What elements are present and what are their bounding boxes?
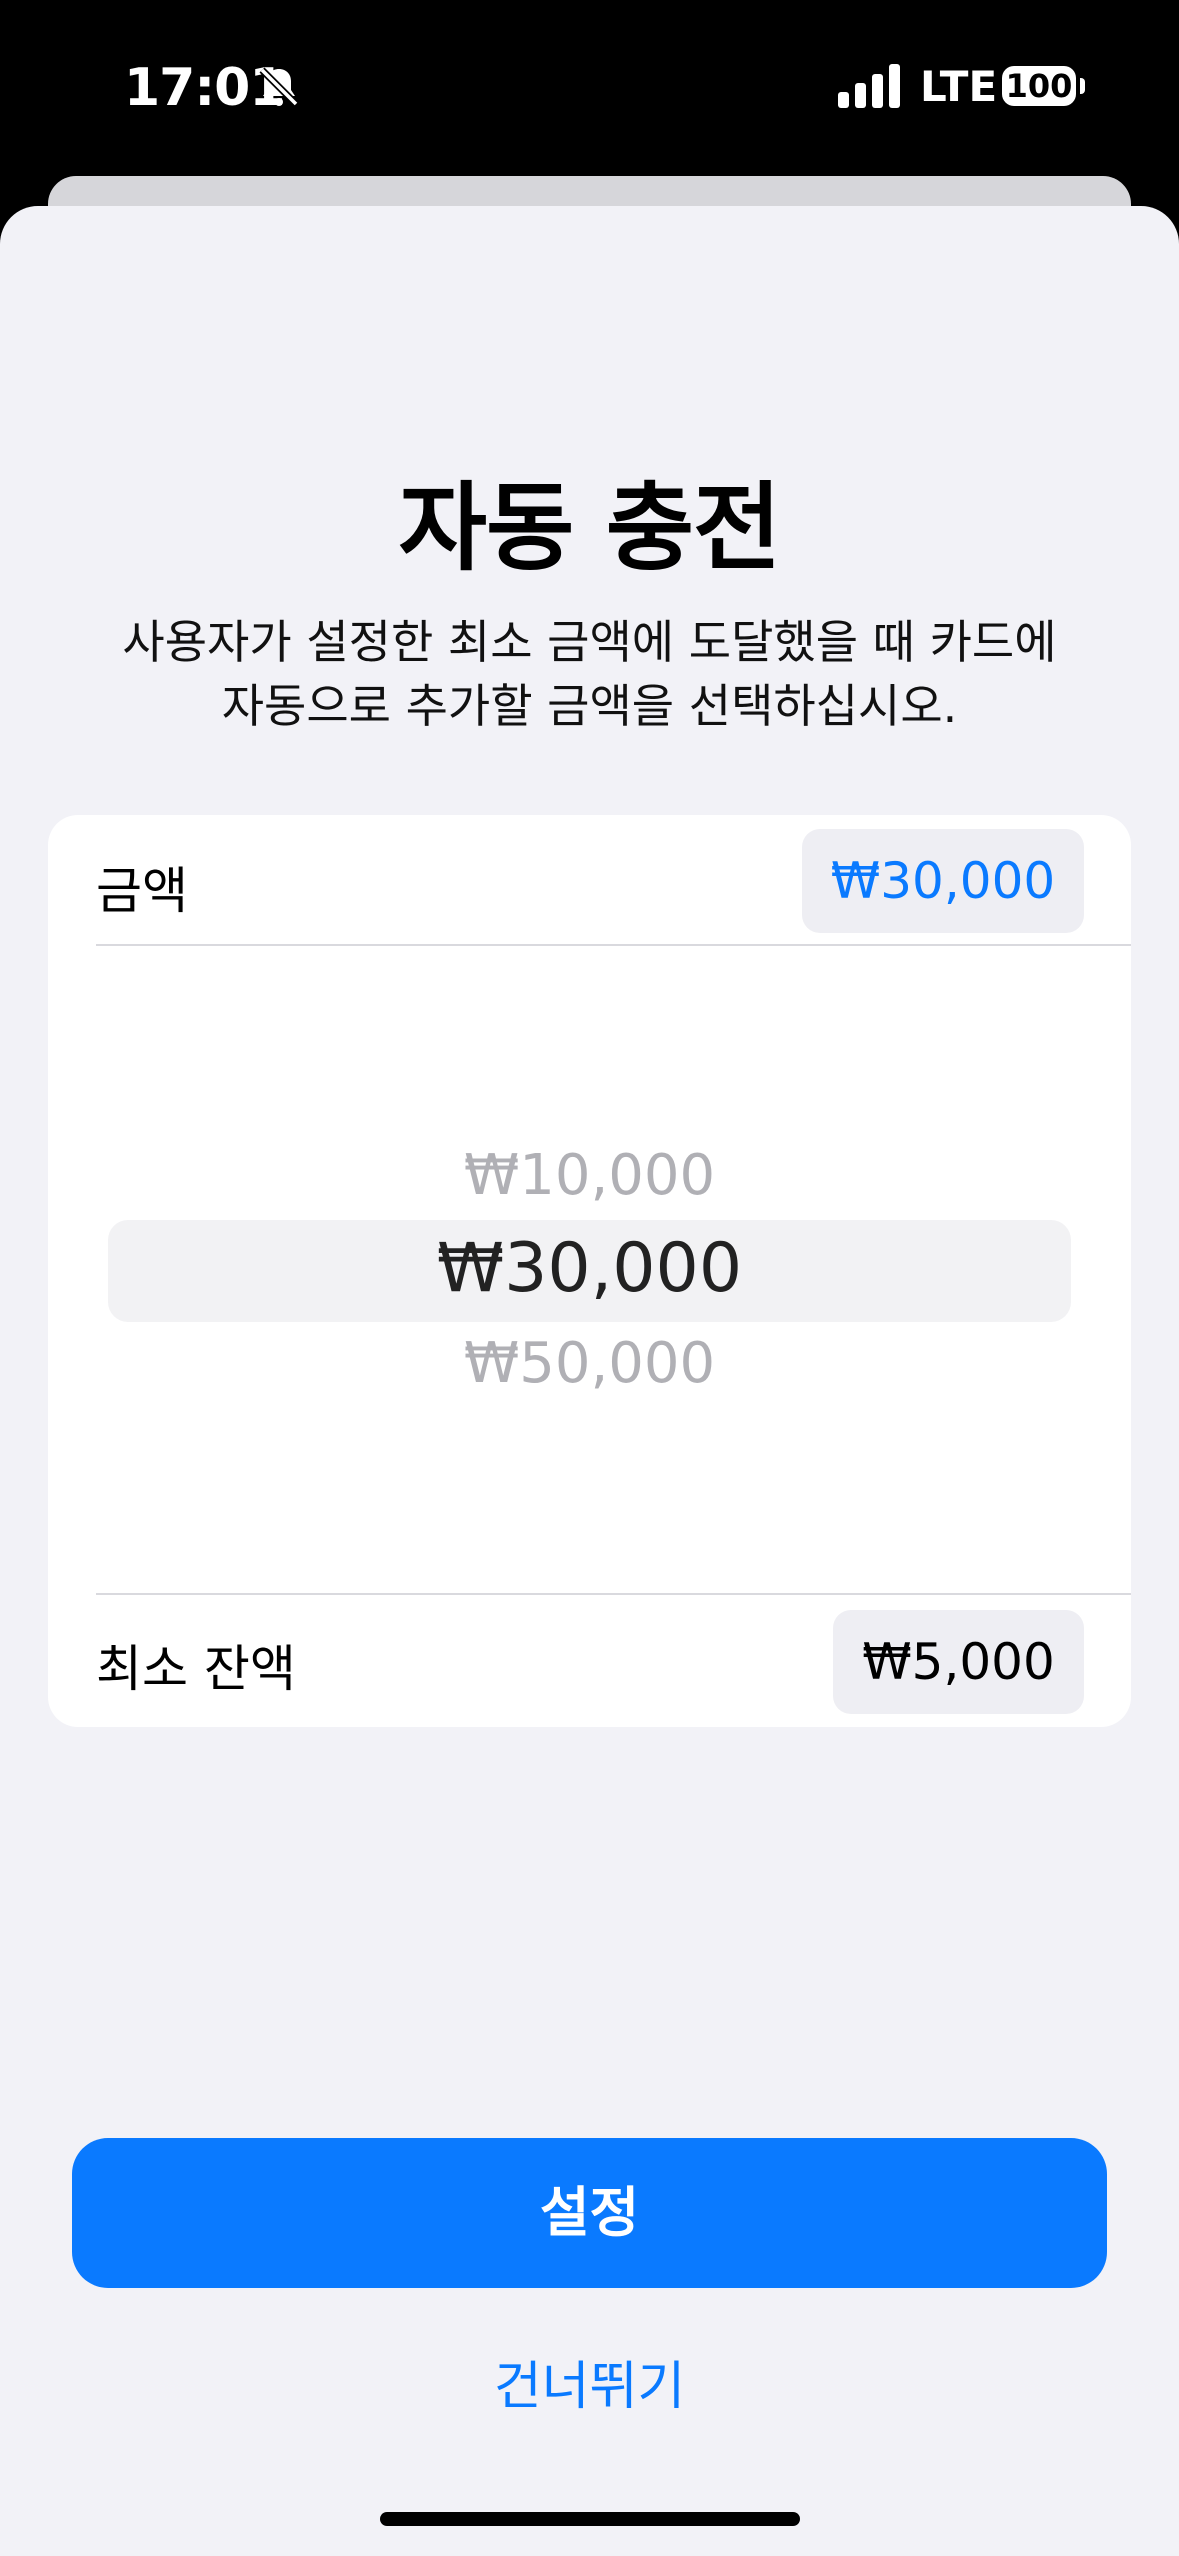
picker-option[interactable]: ₩50,000 [48, 1331, 1131, 1396]
picker-option-selected[interactable]: ₩30,000 [48, 1229, 1131, 1308]
battery-level: 100 [1005, 67, 1073, 105]
subtitle-line-2: 자동으로 추가할 금액을 선택하십시오. [221, 679, 958, 733]
picker-option[interactable]: ₩10,000 [48, 1143, 1131, 1208]
subtitle-line-1: 사용자가 설정한 최소 금액에 도달했을 때 카드에 [122, 615, 1057, 669]
network-type: LTE [920, 62, 998, 111]
amount-label: 금액 [96, 862, 188, 920]
min-balance-label: 최소 잔액 [96, 1640, 296, 1698]
home-indicator[interactable] [380, 2512, 800, 2526]
divider [96, 944, 1131, 946]
amount-value-button[interactable]: ₩30,000 [802, 829, 1084, 933]
page-title: 자동 충전 [398, 472, 782, 584]
skip-button[interactable]: 건너뛰기 [0, 2344, 1179, 2419]
status-bar: 17:01 LTE 100 [0, 0, 1179, 180]
battery-tip [1080, 78, 1085, 94]
min-balance-value-button[interactable]: ₩5,000 [833, 1610, 1084, 1714]
set-button[interactable]: 설정 [72, 2138, 1107, 2288]
bell-slash-icon [259, 67, 299, 107]
settings-card: 금액 ₩30,000 ₩10,000 ₩30,000 ₩50,000 최소 잔액… [48, 815, 1131, 1727]
battery-icon: 100 [1002, 66, 1076, 106]
divider [96, 1593, 1131, 1595]
page-subtitle: 사용자가 설정한 최소 금액에 도달했을 때 카드에 자동으로 추가할 금액을 … [60, 610, 1119, 738]
signal-icon [838, 64, 900, 108]
